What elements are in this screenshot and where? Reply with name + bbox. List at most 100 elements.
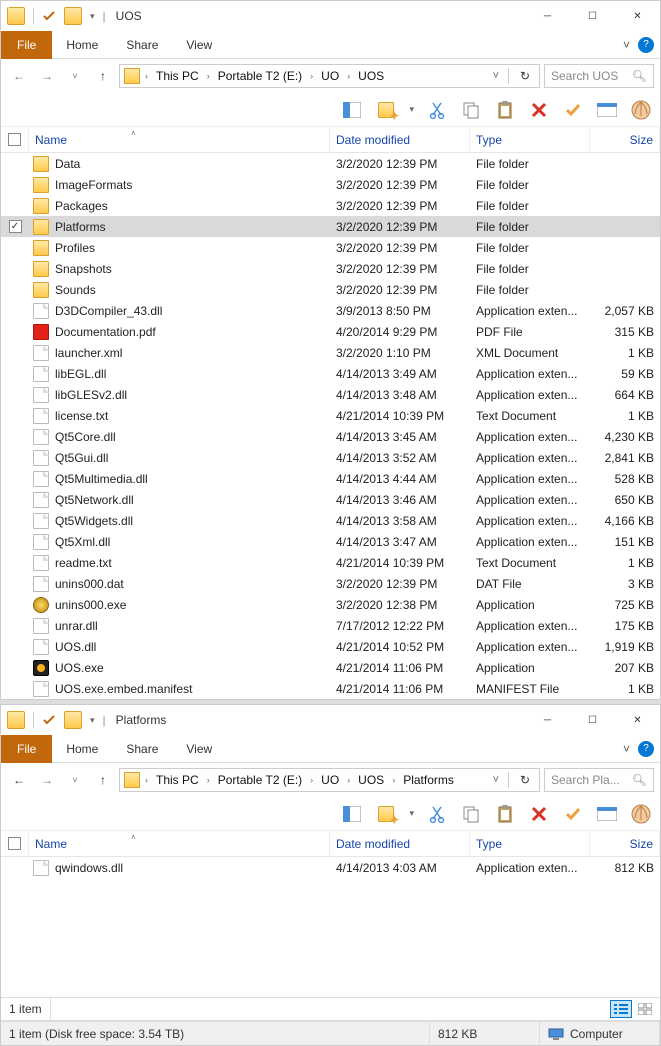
table-row[interactable]: Snapshots3/2/2020 12:39 PMFile folder: [1, 258, 660, 279]
new-folder-button[interactable]: ✦: [375, 803, 397, 825]
column-size[interactable]: Size: [590, 127, 660, 152]
check-button[interactable]: [562, 803, 584, 825]
new-dropdown-icon[interactable]: ▾: [409, 808, 414, 819]
table-row[interactable]: readme.txt4/21/2014 10:39 PMText Documen…: [1, 552, 660, 573]
home-tab[interactable]: Home: [52, 32, 112, 58]
expand-ribbon-icon[interactable]: ˅: [615, 38, 638, 52]
help-icon[interactable]: ?: [638, 37, 654, 53]
cut-button[interactable]: [426, 99, 448, 121]
refresh-button[interactable]: ↻: [515, 773, 535, 787]
column-type[interactable]: Type: [470, 831, 590, 856]
table-row[interactable]: Qt5Xml.dll4/14/2013 3:47 AMApplication e…: [1, 531, 660, 552]
maximize-button[interactable]: ☐: [570, 705, 615, 735]
chevron-right-icon[interactable]: ›: [344, 775, 353, 785]
search-input[interactable]: Search UOS 🔍︎: [544, 64, 654, 88]
column-size[interactable]: Size: [590, 831, 660, 856]
recent-dropdown-icon[interactable]: ˅: [63, 768, 87, 792]
column-name[interactable]: Name: [29, 127, 330, 152]
table-row[interactable]: ✓Platforms3/2/2020 12:39 PMFile folder: [1, 216, 660, 237]
minimize-button[interactable]: ─: [525, 1, 570, 31]
breadcrumb[interactable]: UO: [318, 69, 342, 83]
cut-button[interactable]: [426, 803, 448, 825]
qat-dropdown-icon[interactable]: ▾: [90, 11, 95, 22]
table-row[interactable]: ImageFormats3/2/2020 12:39 PMFile folder: [1, 174, 660, 195]
share-tab[interactable]: Share: [112, 736, 172, 762]
table-row[interactable]: unins000.dat3/2/2020 12:39 PMDAT File3 K…: [1, 573, 660, 594]
file-list[interactable]: Data3/2/2020 12:39 PMFile folderImageFor…: [1, 153, 660, 699]
column-date[interactable]: Date modified: [330, 127, 470, 152]
table-row[interactable]: unrar.dll7/17/2012 12:22 PMApplication e…: [1, 615, 660, 636]
view-tab[interactable]: View: [172, 736, 226, 762]
details-view-button[interactable]: [610, 1000, 632, 1018]
share-tab[interactable]: Share: [112, 32, 172, 58]
breadcrumb[interactable]: This PC: [153, 69, 202, 83]
back-button[interactable]: ←: [7, 64, 31, 88]
close-button[interactable]: ✕: [615, 705, 660, 735]
row-checkbox[interactable]: ✓: [9, 220, 22, 233]
chevron-right-icon[interactable]: ›: [307, 71, 316, 81]
recent-dropdown-icon[interactable]: ˅: [63, 64, 87, 88]
table-row[interactable]: Qt5Widgets.dll4/14/2013 3:58 AMApplicati…: [1, 510, 660, 531]
breadcrumb[interactable]: Platforms: [400, 773, 457, 787]
column-date[interactable]: Date modified: [330, 831, 470, 856]
up-button[interactable]: ↑: [91, 64, 115, 88]
forward-button[interactable]: →: [35, 768, 59, 792]
chevron-right-icon[interactable]: ›: [307, 775, 316, 785]
address-dropdown-icon[interactable]: ˅: [490, 70, 502, 82]
delete-button[interactable]: [528, 803, 550, 825]
table-row[interactable]: Qt5Gui.dll4/14/2013 3:52 AMApplication e…: [1, 447, 660, 468]
file-tab[interactable]: File: [1, 735, 52, 763]
refresh-button[interactable]: ↻: [515, 69, 535, 83]
home-tab[interactable]: Home: [52, 736, 112, 762]
table-row[interactable]: unins000.exe3/2/2020 12:38 PMApplication…: [1, 594, 660, 615]
paste-button[interactable]: [494, 99, 516, 121]
table-row[interactable]: Profiles3/2/2020 12:39 PMFile folder: [1, 237, 660, 258]
table-row[interactable]: Data3/2/2020 12:39 PMFile folder: [1, 153, 660, 174]
table-row[interactable]: UOS.exe.embed.manifest4/21/2014 11:06 PM…: [1, 678, 660, 699]
table-row[interactable]: Qt5Core.dll4/14/2013 3:45 AMApplication …: [1, 426, 660, 447]
properties-button[interactable]: [596, 99, 618, 121]
expand-ribbon-icon[interactable]: ˅: [615, 742, 638, 756]
table-row[interactable]: Documentation.pdf4/20/2014 9:29 PMPDF Fi…: [1, 321, 660, 342]
table-row[interactable]: UOS.exe4/21/2014 11:06 PMApplication207 …: [1, 657, 660, 678]
select-all-checkbox[interactable]: [1, 127, 29, 152]
forward-button[interactable]: →: [35, 64, 59, 88]
chevron-right-icon[interactable]: ›: [204, 71, 213, 81]
maximize-button[interactable]: ☐: [570, 1, 615, 31]
file-list[interactable]: qwindows.dll4/14/2013 4:03 AMApplication…: [1, 857, 660, 997]
table-row[interactable]: qwindows.dll4/14/2013 4:03 AMApplication…: [1, 857, 660, 878]
address-bar[interactable]: › This PC › Portable T2 (E:) › UO › UOS …: [119, 768, 540, 792]
checkmark-icon[interactable]: [42, 713, 56, 727]
copy-button[interactable]: [460, 803, 482, 825]
chevron-right-icon[interactable]: ›: [204, 775, 213, 785]
pane-button[interactable]: [341, 803, 363, 825]
view-tab[interactable]: View: [172, 32, 226, 58]
table-row[interactable]: Qt5Multimedia.dll4/14/2013 4:44 AMApplic…: [1, 468, 660, 489]
table-row[interactable]: D3DCompiler_43.dll3/9/2013 8:50 PMApplic…: [1, 300, 660, 321]
table-row[interactable]: license.txt4/21/2014 10:39 PMText Docume…: [1, 405, 660, 426]
pane-button[interactable]: [341, 99, 363, 121]
breadcrumb[interactable]: Portable T2 (E:): [215, 773, 305, 787]
back-button[interactable]: ←: [7, 768, 31, 792]
titlebar[interactable]: ▾ | Platforms ─ ☐ ✕: [1, 705, 660, 735]
table-row[interactable]: libGLESv2.dll4/14/2013 3:48 AMApplicatio…: [1, 384, 660, 405]
chevron-right-icon[interactable]: ›: [142, 71, 151, 81]
address-bar[interactable]: › This PC › Portable T2 (E:) › UO › UOS …: [119, 64, 540, 88]
column-name[interactable]: Name: [29, 831, 330, 856]
new-dropdown-icon[interactable]: ▾: [409, 104, 414, 115]
shell-icon[interactable]: [630, 803, 652, 825]
table-row[interactable]: UOS.dll4/21/2014 10:52 PMApplication ext…: [1, 636, 660, 657]
column-type[interactable]: Type: [470, 127, 590, 152]
thumbnails-view-button[interactable]: [634, 1000, 656, 1018]
table-row[interactable]: Packages3/2/2020 12:39 PMFile folder: [1, 195, 660, 216]
paste-button[interactable]: [494, 803, 516, 825]
table-row[interactable]: Qt5Network.dll4/14/2013 3:46 AMApplicati…: [1, 489, 660, 510]
breadcrumb[interactable]: UO: [318, 773, 342, 787]
titlebar[interactable]: ▾ | UOS ─ ☐ ✕: [1, 1, 660, 31]
checkmark-icon[interactable]: [42, 9, 56, 23]
close-button[interactable]: ✕: [615, 1, 660, 31]
shell-icon[interactable]: [630, 99, 652, 121]
minimize-button[interactable]: ─: [525, 705, 570, 735]
chevron-right-icon[interactable]: ›: [389, 775, 398, 785]
help-icon[interactable]: ?: [638, 741, 654, 757]
